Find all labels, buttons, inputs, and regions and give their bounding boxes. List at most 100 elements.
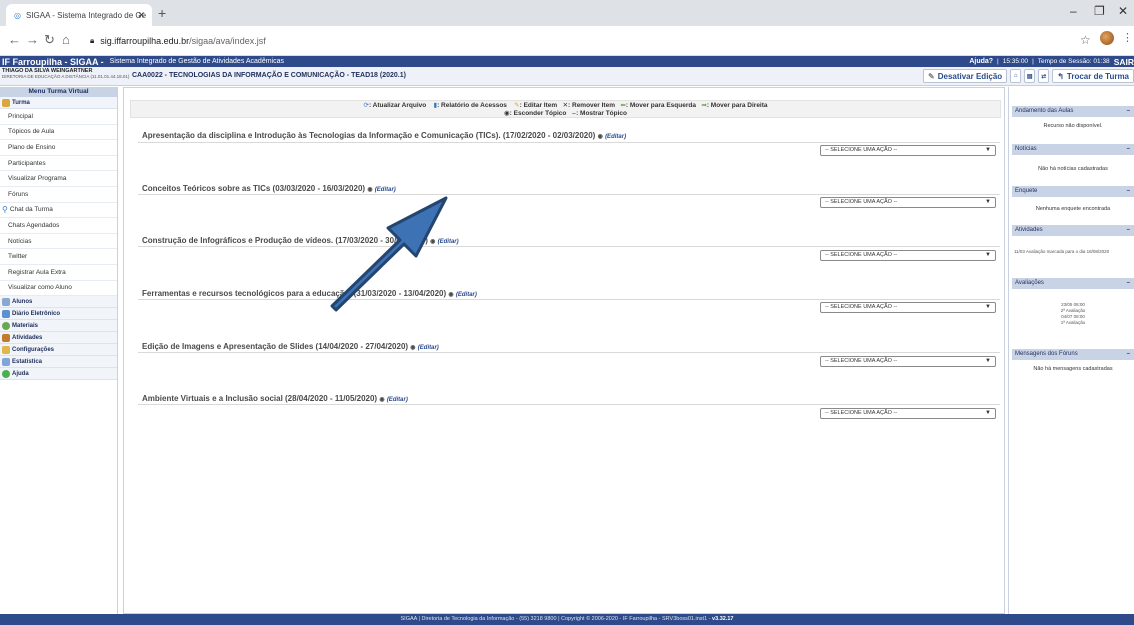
- help-icon: [2, 369, 10, 378]
- panel-title: Andamento das Aulas: [1015, 108, 1074, 114]
- course-title: CAA0022 - TECNOLOGIAS DA INFORMAÇÃO E CO…: [132, 72, 406, 79]
- topic-action-select[interactable]: -- SELECIONE UMA AÇÃO -- ▼: [820, 197, 996, 208]
- switch-class-label: Trocar de Turma: [1066, 71, 1129, 81]
- edit-topic-link[interactable]: (Editar): [605, 134, 626, 140]
- statistics-icon: [2, 357, 10, 366]
- menu-item[interactable]: Tópicos de Aula: [0, 125, 117, 141]
- minimize-icon[interactable]: –: [1070, 4, 1077, 18]
- panel-activities-header[interactable]: Atividades –: [1012, 225, 1134, 236]
- topic-action-select[interactable]: -- SELECIONE UMA AÇÃO -- ▼: [820, 356, 996, 367]
- menu-item-label: Notícias: [8, 237, 32, 245]
- collapse-icon[interactable]: –: [1127, 144, 1130, 155]
- menu-item[interactable]: Plano de Ensino: [0, 140, 117, 156]
- user-info: THIAGO DA SILVA WEINGARTNER DIRETORIA DE…: [2, 68, 129, 80]
- menu-group-label: Turma: [12, 99, 30, 106]
- menu-group-estatistica[interactable]: Estatística: [0, 356, 117, 369]
- help-link[interactable]: Ajuda?: [969, 58, 993, 65]
- topic-action-select[interactable]: -- SELECIONE UMA AÇÃO -- ▼: [820, 145, 996, 156]
- diary-icon: [2, 309, 10, 318]
- topic-title-text: Ambiente Virtuais e a Inclusão social (2…: [142, 394, 378, 403]
- home-button[interactable]: ⌂: [1010, 69, 1022, 83]
- collapse-icon[interactable]: –: [1127, 186, 1130, 197]
- legend-update: : Atualizar Arquivo: [368, 102, 427, 109]
- print-button[interactable]: ▤: [1024, 69, 1036, 83]
- menu-group-materiais[interactable]: Materiais: [0, 320, 117, 333]
- dropdown-arrow-icon: ▼: [985, 147, 991, 153]
- menu-group-diario[interactable]: Diário Eletrônico: [0, 308, 117, 321]
- panel-forum-header[interactable]: Mensagens dos Fóruns –: [1012, 349, 1134, 360]
- menu-item-label: Twitter: [8, 253, 28, 261]
- collapse-icon[interactable]: –: [1127, 225, 1130, 236]
- restore-icon[interactable]: ❐: [1094, 4, 1105, 18]
- close-tab-icon[interactable]: ✕: [137, 10, 145, 21]
- panel-poll-header[interactable]: Enquete –: [1012, 186, 1134, 197]
- menu-item-label: Tópicos de Aula: [8, 128, 55, 136]
- browser-menu-icon[interactable]: ⋮: [1122, 31, 1133, 44]
- bookmark-star-icon[interactable]: ☆: [1080, 33, 1091, 47]
- panel-evaluations-header[interactable]: Avaliações –: [1012, 278, 1134, 289]
- menu-group-ajuda[interactable]: Ajuda: [0, 368, 117, 381]
- menu-item[interactable]: Fóruns: [0, 187, 117, 203]
- menu-group-atividades[interactable]: Atividades: [0, 332, 117, 345]
- topic-action-select[interactable]: -- SELECIONE UMA AÇÃO -- ▼: [820, 302, 996, 313]
- select-action-text: -- SELECIONE UMA AÇÃO --: [825, 358, 898, 364]
- menu-group-label: Diário Eletrônico: [12, 310, 61, 317]
- menu-item[interactable]: Notícias: [0, 234, 117, 250]
- topic-divider: [138, 404, 1000, 405]
- select-action-text: -- SELECIONE UMA AÇÃO --: [825, 147, 898, 153]
- forward-icon[interactable]: →: [26, 32, 39, 47]
- edit-topic-link[interactable]: (Editar): [418, 345, 439, 351]
- topic-action-select[interactable]: -- SELECIONE UMA AÇÃO -- ▼: [820, 408, 996, 419]
- menu-item-label: Plano de Ensino: [8, 143, 56, 151]
- topic-divider: [138, 352, 1000, 353]
- collapse-icon[interactable]: –: [1127, 349, 1130, 360]
- eye-icon[interactable]: ◉: [379, 397, 384, 403]
- brand-title: IF Farroupilha - SIGAA -: [2, 56, 104, 67]
- collapse-icon[interactable]: –: [1127, 278, 1130, 289]
- panel-progress-header[interactable]: Andamento das Aulas –: [1012, 106, 1134, 117]
- menu-item[interactable]: Principal: [0, 109, 117, 125]
- legend-remove: : Remover Item: [568, 102, 615, 109]
- topic-title-text: Apresentação da disciplina e Introdução …: [142, 131, 596, 140]
- topic-title: Apresentação da disciplina e Introdução …: [142, 131, 626, 140]
- switch-class-button[interactable]: ↰ Trocar de Turma: [1052, 69, 1134, 83]
- collapse-icon[interactable]: –: [1127, 106, 1130, 117]
- menu-group-alunos[interactable]: Alunos: [0, 296, 117, 309]
- menu-item[interactable]: Participantes: [0, 156, 117, 172]
- topic-action-select[interactable]: -- SELECIONE UMA AÇÃO -- ▼: [820, 250, 996, 261]
- topic-divider: [138, 142, 1000, 143]
- home-icon[interactable]: ⌂: [62, 32, 70, 47]
- panel-news-header[interactable]: Notícias –: [1012, 144, 1134, 155]
- link-icon: ⇄: [1041, 73, 1047, 80]
- menu-item-label: Principal: [8, 112, 33, 120]
- forum-text: Não há mensagens cadastradas: [1033, 366, 1113, 372]
- menu-group-label: Ajuda: [12, 370, 29, 377]
- profile-avatar[interactable]: [1100, 31, 1114, 45]
- browser-tab[interactable]: ◎ SIGAA - Sistema Integrado de Ge ✕: [6, 4, 152, 26]
- link-button[interactable]: ⇄: [1038, 69, 1050, 83]
- menu-item[interactable]: Twitter: [0, 249, 117, 265]
- chat-pin-icon: ⚲: [2, 205, 8, 215]
- menu-item[interactable]: Chats Agendados: [0, 218, 117, 234]
- menu-item-label: Participantes: [8, 159, 46, 167]
- menu-item[interactable]: Visualizar como Aluno: [0, 281, 117, 297]
- close-window-icon[interactable]: ✕: [1118, 4, 1128, 18]
- session-timer: Tempo de Sessão: 01:38: [1037, 58, 1110, 65]
- menu-item-chat[interactable]: ⚲ Chat da Turma: [0, 203, 117, 219]
- eye-icon[interactable]: ◉: [598, 134, 603, 140]
- eye-icon[interactable]: ◉: [410, 345, 415, 351]
- home-small-icon: ⌂: [1013, 73, 1018, 79]
- url-field[interactable]: 🔒︎ sig.iffarroupilha.edu.br/sigaa/ava/in…: [90, 30, 1090, 52]
- menu-item[interactable]: Visualizar Programa: [0, 171, 117, 187]
- edit-topic-link[interactable]: (Editar): [387, 397, 408, 403]
- reload-icon[interactable]: ↻: [44, 32, 55, 48]
- menu-group-label: Estatística: [12, 358, 43, 365]
- disable-edit-button[interactable]: ✎ Desativar Edição: [923, 69, 1008, 83]
- menu-group-configuracoes[interactable]: Configurações: [0, 344, 117, 357]
- menu-item-label: Visualizar Programa: [8, 175, 67, 183]
- menu-group-turma[interactable]: Turma: [0, 97, 117, 109]
- back-icon[interactable]: ←: [8, 32, 21, 47]
- menu-item[interactable]: Registrar Aula Extra: [0, 265, 117, 281]
- new-tab-icon[interactable]: +: [158, 5, 166, 21]
- logout-link[interactable]: SAIR: [1114, 57, 1134, 67]
